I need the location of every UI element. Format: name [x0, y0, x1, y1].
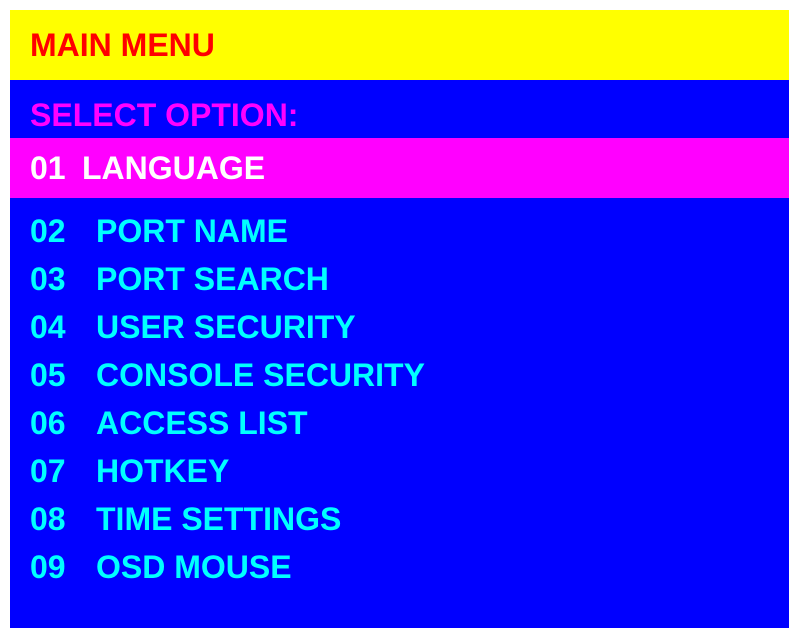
select-option-prompt: SELECT OPTION: [30, 97, 299, 133]
menu-item-label: ACCESS LIST [96, 405, 308, 441]
menu-item-label: USER SECURITY [96, 309, 356, 345]
menu-item-number: 09 [30, 549, 66, 585]
menu-item-access-list[interactable]: 06 ACCESS LIST [10, 399, 789, 447]
menu-item-number: 04 [30, 309, 66, 345]
title-bar: MAIN MENU [10, 10, 789, 80]
menu-item-port-name[interactable]: 02 PORT NAME [10, 207, 789, 255]
menu-item-osd-mouse[interactable]: 09 OSD MOUSE [10, 543, 789, 591]
menu-item-hotkey[interactable]: 07 HOTKEY [10, 447, 789, 495]
menu-item-console-security[interactable]: 05 CONSOLE SECURITY [10, 351, 789, 399]
menu-item-port-search[interactable]: 03 PORT SEARCH [10, 255, 789, 303]
menu-item-user-security[interactable]: 04 USER SECURITY [10, 303, 789, 351]
menu-item-label: PORT SEARCH [96, 261, 329, 297]
menu-item-label: HOTKEY [96, 453, 230, 489]
menu-item-number: 07 [30, 453, 66, 489]
osd-main-menu: MAIN MENU SELECT OPTION: 01 LANGUAGE 02 … [10, 10, 789, 628]
menu-item-label: CONSOLE SECURITY [96, 357, 425, 393]
menu-item-number: 06 [30, 405, 66, 441]
menu-title: MAIN MENU [30, 27, 215, 63]
menu-item-number: 01 [30, 150, 66, 186]
menu-item-language[interactable]: 01 LANGUAGE [10, 138, 789, 198]
menu-item-number: 05 [30, 357, 66, 393]
menu-item-label: PORT NAME [96, 213, 288, 249]
menu-item-number: 08 [30, 501, 66, 537]
menu-item-label: TIME SETTINGS [96, 501, 342, 537]
menu-list: 01 LANGUAGE 02 PORT NAME 03 PORT SEARCH … [10, 138, 789, 591]
menu-item-time-settings[interactable]: 08 TIME SETTINGS [10, 495, 789, 543]
menu-item-label: LANGUAGE [82, 150, 266, 186]
menu-item-number: 03 [30, 261, 66, 297]
menu-item-number: 02 [30, 213, 66, 249]
menu-item-label: OSD MOUSE [96, 549, 292, 585]
